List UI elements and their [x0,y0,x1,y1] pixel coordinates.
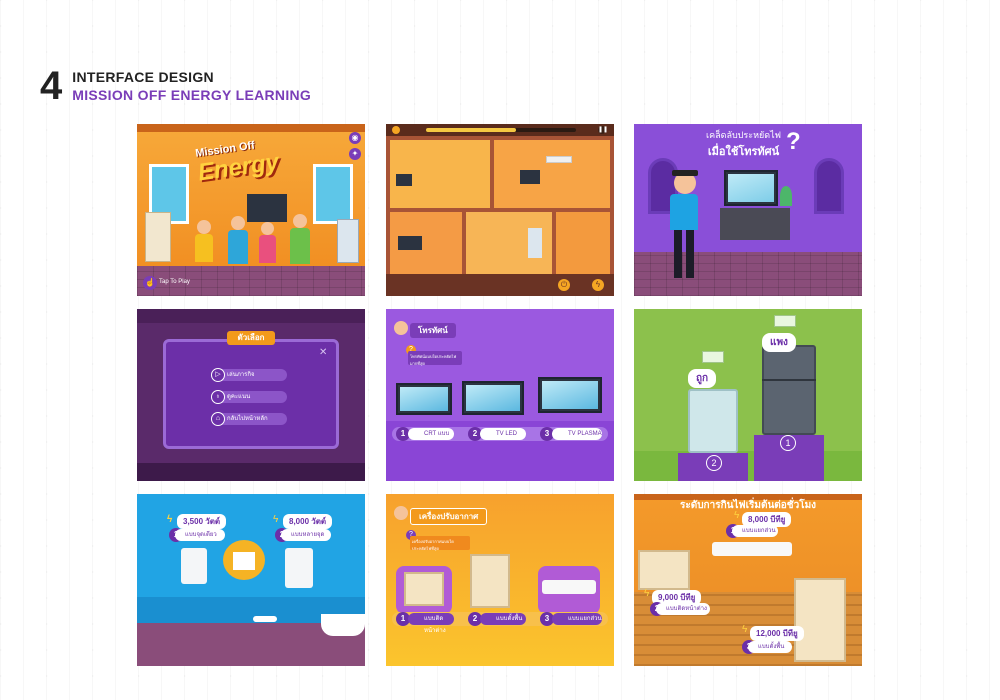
refrigerator [337,219,359,263]
screen-ac-quiz: เครื่องปรับอากาศ ? เครื่องปรับอากาศแบบใด… [386,494,614,666]
screen-tv-tip: เคล็ดลับประหยัดไฟ เมื่อใช้โทรทัศน์ ? [634,124,862,296]
section-number: 4 [40,64,63,108]
window-ac[interactable] [404,572,444,606]
power-icon[interactable]: ⏻ [558,279,570,291]
dialog-title: ตัวเลือก [227,331,275,345]
large-fridge[interactable] [762,345,816,435]
progress-bar [426,128,576,132]
rank-number: 2 [706,455,722,471]
avatar [394,506,408,520]
bathtub [321,614,365,636]
ground [386,274,614,296]
sink [253,616,277,622]
tv-option-2[interactable] [462,381,524,415]
screen-house-map: ❚❚ ⏻ ϟ [386,124,614,296]
question-text: โทรทัศน์แบบใดประหยัดไฟมากที่สุด [408,351,462,366]
plant [780,186,792,206]
play-icon: ▷ [211,368,225,382]
heater1-watts: 3,500 วัตต์ [177,514,227,529]
btu-label: แบบตั้งพื้น [748,641,792,653]
option-label[interactable]: แบบติดหน้าต่าง [408,613,454,634]
tv [247,194,287,222]
rank-number: 1 [780,435,796,451]
eye-icon[interactable]: ◉ [349,132,361,144]
water-heater-2[interactable] [285,548,313,588]
btu-label: แบบแยกส่วน [732,525,778,537]
screen-options-menu: ตัวเลือก ✕ เล่นภารกิจ ▷ ดูคะแนน ♁ กลับไป… [137,309,365,481]
section-subtitle: MISSION OFF ENERGY LEARNING [72,87,312,103]
lightning-icon: ϟ [742,624,748,635]
lightning-icon: ϟ [273,514,279,525]
heater2-watts: 8,000 วัตต์ [283,514,333,529]
heater2-type[interactable]: แบบหลายจุด [281,529,331,541]
floor-ac[interactable] [794,578,846,662]
option-label[interactable]: TV PLASMA [552,428,602,440]
section-title: INTERFACE DESIGN [72,69,214,85]
floor-air-conditioner [145,212,171,262]
question-mark: ? [786,128,801,155]
tv [396,174,412,186]
option-label[interactable]: CRT แบบ [408,428,454,440]
room[interactable] [494,140,610,208]
expensive-label: แพง [762,333,796,352]
close-icon[interactable]: ✕ [319,347,327,358]
category-tab: โทรทัศน์ [410,323,456,338]
window [313,164,353,224]
window-ac[interactable] [638,550,690,590]
avatar [394,321,408,335]
panel-title: ระดับการกินไฟเริ่มต้นต่อชั่วโมง [679,500,817,511]
tv [398,236,422,250]
split-ac[interactable] [712,542,792,556]
tv [724,170,778,206]
money-icon [702,351,724,363]
screen-water-heater: ϟ 3,500 วัตต์ 1 แบบจุดเดียว ϟ 8,000 วัตต… [137,494,365,666]
floor-ac[interactable] [470,554,510,608]
clock-icon [392,126,400,134]
tap-to-play-button[interactable]: Tap To Play [159,279,190,285]
refrigerator [528,228,542,258]
bulb-icon[interactable]: ✦ [349,148,361,160]
screen-ac-btu: ระดับการกินไฟเริ่มต้นต่อชั่วโมง ϟ 8,000 … [634,494,862,666]
bulb-icon: ♁ [211,390,225,404]
character [293,214,307,228]
character [197,220,211,234]
screen-title: Mission Off Energy ◉ ✦ ☝ Tap To Play [137,124,365,296]
section-header: 4 INTERFACE DESIGN MISSION OFF ENERGY LE… [40,66,311,106]
screen-fridge-compare: 2 1 ถูก แพง [634,309,862,481]
option-label[interactable]: แบบแยกส่วน [552,613,602,625]
small-fridge[interactable] [688,389,738,453]
option-label[interactable]: TV LED [480,428,526,440]
water-heater-1[interactable] [181,548,207,584]
tv-option-1[interactable] [396,383,452,415]
hand-tap-icon[interactable]: ☝ [143,276,157,290]
category-tab: เครื่องปรับอากาศ [410,508,488,525]
tv-option-3[interactable] [538,377,602,413]
option-label[interactable]: แบบตั้งพื้น [480,613,526,625]
tv [520,170,540,184]
game-logo: Mission Off Energy [194,139,281,187]
screen-tv-quiz: โทรทัศน์ ? โทรทัศน์แบบใดประหยัดไฟมากที่ส… [386,309,614,481]
window [814,158,844,214]
tv-cabinet [720,208,790,240]
heater1-type[interactable]: แบบจุดเดียว [175,529,225,541]
tip-title: เคล็ดลับประหยัดไฟ เมื่อใช้โทรทัศน์ [706,130,782,158]
lightning-icon: ϟ [167,514,173,525]
btu-value: 12,000 บีทียู [750,626,804,641]
character [231,216,245,230]
money-icon [774,315,796,327]
pause-icon[interactable]: ❚❚ [598,126,608,134]
character [261,222,274,235]
home-icon: ⌂ [211,412,225,426]
split-ac[interactable] [542,580,596,594]
air-conditioner [546,156,572,163]
lightning-icon: ϟ [734,510,740,521]
cheap-label: ถูก [688,369,717,388]
lightning-icon: ϟ [644,588,650,599]
question-text: เครื่องปรับอากาศแบบใดประหยัดไฟที่สุด [410,536,470,551]
room[interactable] [556,212,610,274]
btu-label: แบบติดหน้าต่าง [656,603,710,615]
lightning-icon[interactable]: ϟ [592,279,604,291]
